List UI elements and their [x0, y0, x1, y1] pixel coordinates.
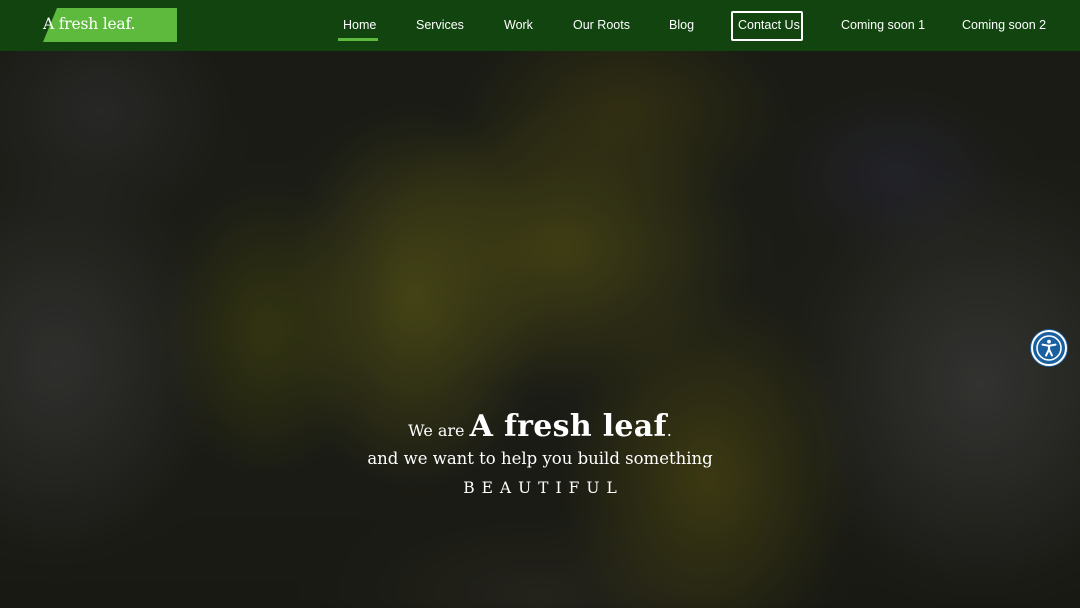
- hero-tagline: BEAUTIFUL: [463, 479, 624, 497]
- main-nav: Home Services Work Our Roots Blog Contac…: [0, 0, 1080, 51]
- nav-our-roots[interactable]: Our Roots: [573, 18, 630, 32]
- accessibility-button[interactable]: [1031, 330, 1067, 366]
- nav-work[interactable]: Work: [504, 18, 533, 32]
- nav-services[interactable]: Services: [416, 18, 464, 32]
- hero-subtitle: and we want to help you build something: [367, 449, 713, 468]
- nav-blog[interactable]: Blog: [669, 18, 694, 32]
- site-header: A fresh leaf. Home Services Work Our Roo…: [0, 0, 1080, 51]
- hero-text: We are A fresh leaf. and we want to help…: [0, 405, 1080, 497]
- hero-overlay: [0, 0, 1080, 608]
- nav-home[interactable]: Home: [343, 18, 376, 32]
- page: A fresh leaf. Home Services Work Our Roo…: [0, 0, 1080, 608]
- hero-headline: We are A fresh leaf.: [0, 405, 1080, 449]
- hero-prefix: We are: [408, 421, 465, 440]
- nav-coming-soon-2[interactable]: Coming soon 2: [962, 18, 1046, 32]
- nav-contact-us-button[interactable]: Contact Us: [738, 18, 800, 32]
- nav-coming-soon-1[interactable]: Coming soon 1: [841, 18, 925, 32]
- accessibility-icon: [1036, 335, 1062, 361]
- hero-brand-suffix: .: [666, 421, 672, 440]
- nav-active-indicator: [338, 38, 378, 41]
- hero-brand: A fresh leaf: [469, 409, 667, 444]
